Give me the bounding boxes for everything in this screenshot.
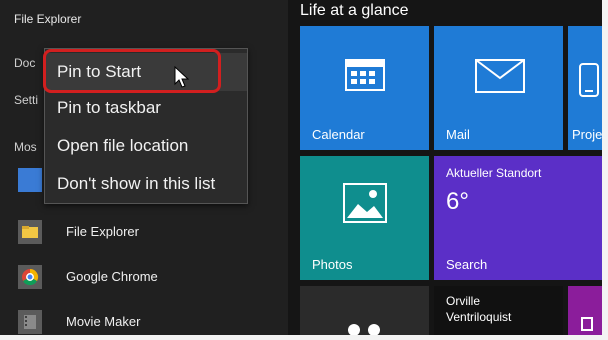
left-partial-docs: Doc bbox=[14, 56, 36, 70]
app-icon bbox=[18, 168, 42, 192]
tile-label: Calendar bbox=[312, 127, 365, 142]
left-partial-most-used: Mos bbox=[14, 140, 37, 154]
dots-icon bbox=[344, 322, 384, 335]
highlight-box bbox=[43, 49, 221, 93]
purple-tile[interactable] bbox=[568, 286, 602, 335]
app-row-google-chrome[interactable]: Google Chrome bbox=[0, 257, 288, 297]
tile-label: Search bbox=[446, 257, 488, 272]
app-row-file-explorer[interactable]: File Explorer bbox=[0, 212, 288, 252]
app-label: Google Chrome bbox=[66, 269, 158, 284]
menu-item-label: Pin to taskbar bbox=[57, 98, 161, 117]
photo-icon bbox=[342, 182, 388, 229]
chrome-icon bbox=[18, 265, 42, 289]
mail-icon bbox=[474, 58, 526, 99]
tile-label: Mail bbox=[446, 127, 470, 142]
weather-location: Aktueller Standort bbox=[446, 166, 542, 180]
weather-tile[interactable]: Aktueller Standort 6° Search bbox=[434, 156, 602, 280]
tiles-section-title: Life at a glance bbox=[300, 2, 409, 19]
app-row-movie-maker[interactable]: Movie Maker bbox=[0, 302, 288, 335]
calendar-icon bbox=[344, 54, 386, 97]
orville-tile[interactable]: Orville Ventriloquist bbox=[434, 286, 563, 335]
mouse-pointer-icon bbox=[174, 65, 190, 88]
menu-item-dont-show-in-list[interactable]: Don't show in this list bbox=[45, 165, 247, 203]
film-icon bbox=[18, 310, 42, 334]
calendar-tile[interactable]: Calendar bbox=[300, 26, 429, 150]
orville-subtitle: Ventriloquist bbox=[446, 310, 512, 324]
menu-item-open-file-location[interactable]: Open file location bbox=[45, 127, 247, 165]
folder-icon bbox=[18, 220, 42, 244]
tile-icon bbox=[580, 316, 594, 335]
start-tiles-pane: Life at a glance Calendar Mail Proje Pho… bbox=[288, 0, 602, 335]
app-label: Movie Maker bbox=[66, 314, 141, 329]
screenshot-frame: File Explorer Doc Setti Mos File Explore… bbox=[0, 0, 602, 335]
weather-temp: 6° bbox=[446, 188, 469, 215]
menu-item-label: Don't show in this list bbox=[57, 174, 216, 193]
tile-label: Proje bbox=[572, 127, 602, 142]
mail-tile[interactable]: Mail bbox=[434, 26, 563, 150]
left-partial-settings: Setti bbox=[14, 93, 39, 107]
project-tile[interactable]: Proje bbox=[568, 26, 602, 150]
tile-label: Photos bbox=[312, 257, 353, 272]
menu-item-pin-to-taskbar[interactable]: Pin to taskbar bbox=[45, 89, 247, 127]
empty-tile[interactable] bbox=[300, 286, 429, 335]
menu-item-label: Open file location bbox=[57, 136, 189, 155]
start-menu-title: File Explorer bbox=[14, 12, 82, 26]
phone-icon bbox=[578, 62, 600, 103]
photos-tile[interactable]: Photos bbox=[300, 156, 429, 280]
app-label: File Explorer bbox=[66, 224, 139, 239]
orville-title: Orville bbox=[446, 294, 481, 308]
